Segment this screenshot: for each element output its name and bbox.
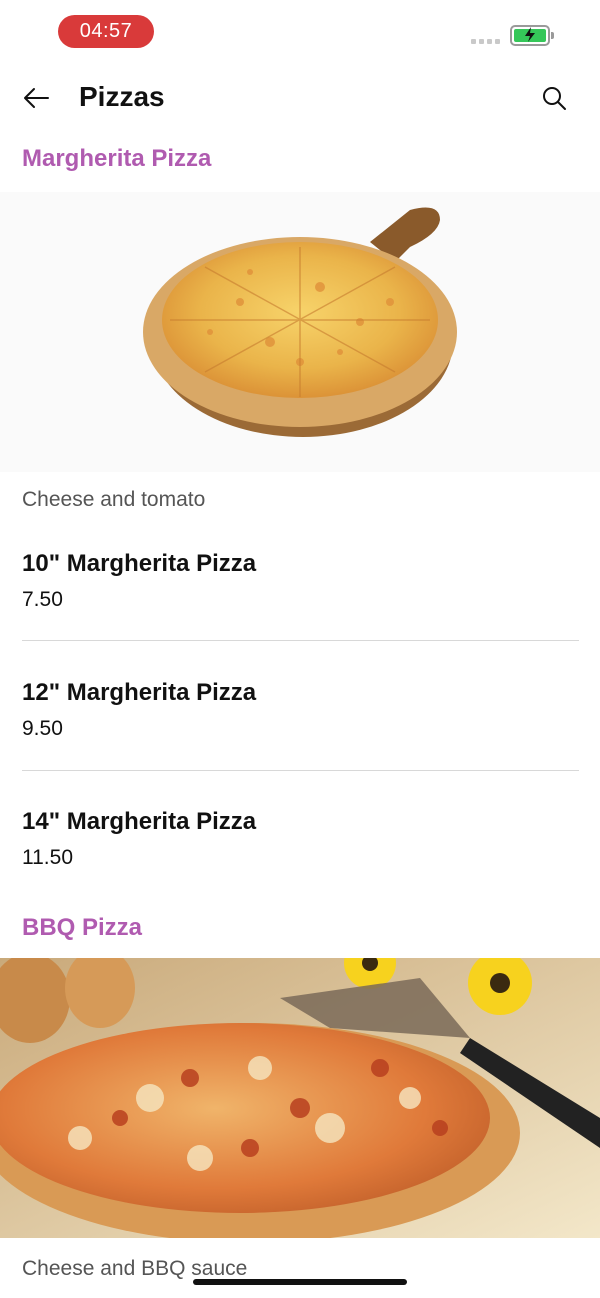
- signal-dots-icon: [471, 39, 500, 44]
- search-button[interactable]: [536, 80, 572, 116]
- status-time: 04:57: [58, 15, 154, 48]
- bbq-pizza-image: [0, 958, 600, 1238]
- arrow-left-icon: [24, 88, 49, 108]
- menu-item[interactable]: 14" Margherita Pizza 11.50: [22, 808, 579, 870]
- app-header: Pizzas: [0, 64, 600, 132]
- margherita-pizza-image: [0, 192, 600, 472]
- back-button[interactable]: [18, 80, 54, 116]
- section-description-bbq: Cheese and BBQ sauce: [22, 1257, 248, 1280]
- status-bar: 04:57: [0, 0, 600, 64]
- item-price: 9.50: [22, 717, 63, 740]
- home-indicator[interactable]: [193, 1279, 407, 1285]
- search-icon: [543, 87, 566, 110]
- item-price: 11.50: [22, 846, 73, 869]
- battery-charging-icon: [510, 25, 554, 46]
- menu-item[interactable]: 10" Margherita Pizza 7.50: [22, 550, 579, 612]
- section-title-margherita: Margherita Pizza: [22, 145, 212, 172]
- divider: [22, 770, 579, 771]
- item-price: 7.50: [22, 588, 63, 611]
- item-name: 10" Margherita Pizza: [22, 550, 257, 577]
- item-name: 14" Margherita Pizza: [22, 808, 257, 835]
- page-title: Pizzas: [79, 81, 165, 112]
- divider: [22, 640, 579, 641]
- item-name: 12" Margherita Pizza: [22, 679, 257, 706]
- section-description-margherita: Cheese and tomato: [22, 488, 206, 511]
- menu-item[interactable]: 12" Margherita Pizza 9.50: [22, 679, 579, 741]
- section-title-bbq: BBQ Pizza: [22, 914, 143, 941]
